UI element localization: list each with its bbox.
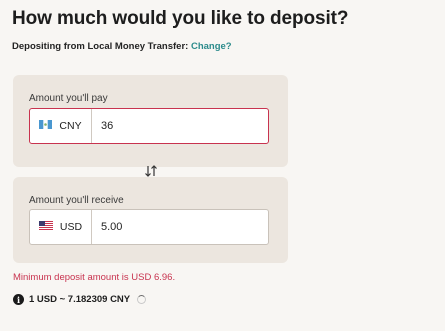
exchange-rate: i 1 USD ~ 7.182309 CNY [13,294,147,305]
receive-currency-code: USD [59,221,83,233]
change-source-link[interactable]: Change? [191,41,232,52]
info-icon[interactable]: i [13,294,24,305]
minimum-deposit-error: Minimum deposit amount is USD 6.96. [13,272,176,283]
spinner-icon [137,295,147,304]
us-flag-icon [38,221,53,233]
pay-currency-selector[interactable]: CNY [30,109,92,143]
exchange-rate-text: 1 USD ~ 7.182309 CNY [29,294,131,305]
pay-currency-code: CNY [59,120,82,132]
receive-amount-value[interactable]: 5.00 [92,210,268,244]
deposit-source: Depositing from Local Money Transfer: Ch… [12,41,232,52]
receive-label: Amount you'll receive [29,195,124,206]
pay-label: Amount you'll pay [29,93,108,104]
deposit-source-label: Depositing from Local Money Transfer: [12,41,189,52]
receive-currency-selector[interactable]: USD [30,210,92,244]
guatemala-flag-icon [39,120,53,132]
pay-amount-field[interactable]: CNY 36 [29,108,269,144]
pay-amount-value[interactable]: 36 [92,109,268,143]
pay-panel: Amount you'll pay CNY 36 [13,75,288,167]
page-title: How much would you like to deposit? [12,8,349,29]
receive-panel: Amount you'll receive USD 5.00 [13,177,288,263]
receive-amount-field[interactable]: USD 5.00 [29,209,269,245]
